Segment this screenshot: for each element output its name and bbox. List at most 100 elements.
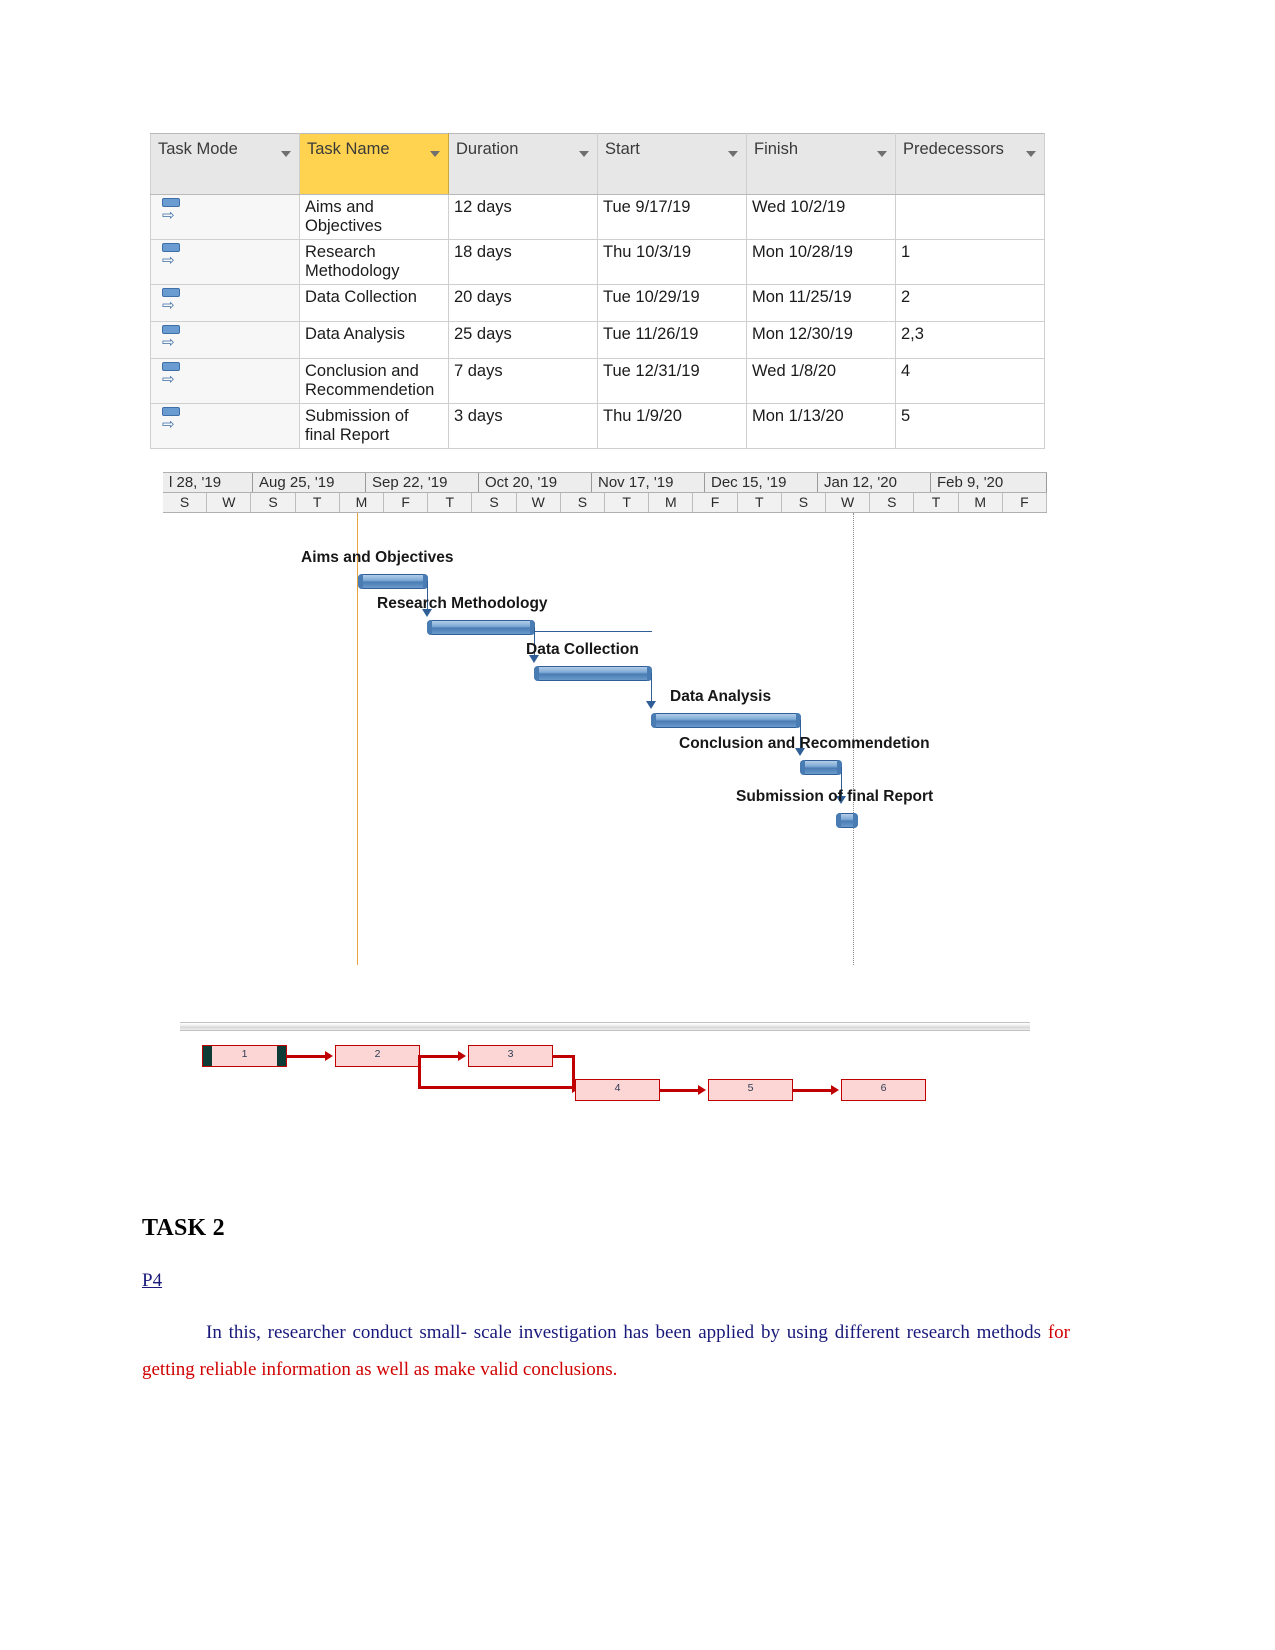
network-node-label: 4 (614, 1082, 621, 1094)
gantt-bar[interactable] (651, 713, 801, 728)
timeline-day-cell: S (561, 493, 606, 512)
cell-start[interactable]: Tue 9/17/19 (597, 194, 747, 240)
cell-duration[interactable]: 12 days (448, 194, 598, 240)
timeline-month-cell: Dec 15, '19 (705, 473, 818, 492)
timeline-day-cell: F (693, 493, 738, 512)
timeline-day-cell: M (959, 493, 1003, 512)
network-diagram[interactable]: 1 2 3 4 5 6 (180, 1018, 1040, 1113)
cell-task-mode[interactable]: ⇨ (150, 283, 300, 322)
cell-duration[interactable]: 3 days (448, 402, 598, 449)
gantt-bar[interactable] (836, 813, 858, 828)
cell-task-mode[interactable]: ⇨ (150, 357, 300, 404)
cell-task-mode[interactable]: ⇨ (150, 402, 300, 449)
cell-finish[interactable]: Mon 11/25/19 (746, 283, 896, 322)
cell-start[interactable]: Tue 12/31/19 (597, 357, 747, 404)
gantt-chart-body[interactable]: Aims and Objectives Research Methodology… (163, 513, 1047, 968)
timeline-day-cell: T (738, 493, 782, 512)
gantt-bar[interactable] (427, 620, 535, 635)
network-node-1[interactable]: 1 (202, 1045, 287, 1067)
cell-predecessors[interactable]: 1 (895, 238, 1045, 285)
cell-task-mode[interactable]: ⇨ (150, 194, 300, 240)
task-grid[interactable]: Task Mode Task Name Duration Start Finis… (150, 133, 1045, 449)
cell-task-mode[interactable]: ⇨ (150, 238, 300, 285)
body-paragraph: In this, researcher conduct small- scale… (142, 1314, 1070, 1388)
gantt-bar-label: Research Methodology (377, 595, 548, 612)
column-header-task-mode[interactable]: Task Mode (150, 133, 300, 195)
gantt-bar[interactable] (358, 574, 428, 589)
table-row[interactable]: ⇨ Data Collection 20 days Tue 10/29/19 M… (150, 283, 1045, 322)
cell-task-name[interactable]: Data Collection (299, 283, 449, 322)
table-row[interactable]: ⇨ Data Analysis 25 days Tue 11/26/19 Mon… (150, 320, 1045, 359)
gantt-bar-label: Data Collection (526, 641, 639, 658)
network-link-arrow-icon (698, 1085, 706, 1095)
column-header-start[interactable]: Start (597, 133, 747, 195)
cell-start[interactable]: Tue 10/29/19 (597, 283, 747, 322)
network-node-3[interactable]: 3 (468, 1045, 553, 1067)
network-node-label: 5 (747, 1082, 754, 1094)
cell-predecessors[interactable]: 5 (895, 402, 1045, 449)
timeline-day-cell: S (870, 493, 915, 512)
column-header-duration-label: Duration (456, 140, 519, 158)
timeline-day-cell: F (1003, 493, 1048, 512)
timeline-month-cell: l 28, '19 (163, 473, 253, 492)
cell-finish[interactable]: Wed 1/8/20 (746, 357, 896, 404)
gantt-bar[interactable] (534, 666, 652, 681)
chevron-down-icon[interactable] (877, 151, 887, 157)
chevron-down-icon[interactable] (579, 151, 589, 157)
cell-duration[interactable]: 20 days (448, 283, 598, 322)
cell-finish[interactable]: Mon 12/30/19 (746, 320, 896, 359)
auto-schedule-icon: ⇨ (161, 406, 182, 433)
cell-predecessors[interactable]: 2,3 (895, 320, 1045, 359)
column-header-task-name[interactable]: Task Name (299, 133, 449, 195)
chevron-down-icon[interactable] (281, 151, 291, 157)
column-header-predecessors[interactable]: Predecessors (895, 133, 1045, 195)
auto-schedule-icon: ⇨ (161, 198, 182, 224)
gantt-bar[interactable] (800, 760, 842, 775)
timeline-month-cell: Jan 12, '20 (818, 473, 931, 492)
cell-task-name[interactable]: Research Methodology (299, 238, 449, 285)
cell-finish[interactable]: Wed 10/2/19 (746, 194, 896, 240)
chevron-down-icon[interactable] (1026, 151, 1036, 157)
cell-task-mode[interactable]: ⇨ (150, 320, 300, 359)
network-node-label: 3 (507, 1048, 514, 1060)
cell-start[interactable]: Thu 1/9/20 (597, 402, 747, 449)
auto-schedule-icon: ⇨ (161, 361, 182, 388)
timeline-month-cell: Aug 25, '19 (253, 473, 366, 492)
cell-predecessors[interactable] (895, 194, 1045, 240)
table-row[interactable]: ⇨ Submission of final Report 3 days Thu … (150, 402, 1045, 449)
chevron-down-icon[interactable] (430, 151, 440, 157)
table-row[interactable]: ⇨ Research Methodology 18 days Thu 10/3/… (150, 238, 1045, 285)
network-node-5[interactable]: 5 (708, 1079, 793, 1101)
table-row[interactable]: ⇨ Conclusion and Recommendetion 7 days T… (150, 357, 1045, 404)
chevron-down-icon[interactable] (728, 151, 738, 157)
cell-start[interactable]: Tue 11/26/19 (597, 320, 747, 359)
network-node-label: 6 (880, 1082, 887, 1094)
gantt-task-table[interactable]: Task Mode Task Name Duration Start Finis… (150, 133, 1045, 449)
column-header-duration[interactable]: Duration (448, 133, 598, 195)
cell-task-name[interactable]: Submission of final Report (299, 402, 449, 449)
column-header-finish[interactable]: Finish (746, 133, 896, 195)
network-link-line (420, 1054, 460, 1058)
cell-task-name[interactable]: Aims and Objectives (299, 194, 449, 240)
network-node-4[interactable]: 4 (575, 1079, 660, 1101)
cell-duration[interactable]: 25 days (448, 320, 598, 359)
gantt-chart[interactable]: l 28, '19 Aug 25, '19 Sep 22, '19 Oct 20… (163, 472, 1048, 972)
timeline-day-cell: T (428, 493, 473, 512)
network-node-2[interactable]: 2 (335, 1045, 420, 1067)
auto-schedule-icon: ⇨ (161, 287, 182, 314)
network-node-6[interactable]: 6 (841, 1079, 926, 1101)
task-grid-header-row: Task Mode Task Name Duration Start Finis… (150, 133, 1045, 195)
cell-duration[interactable]: 7 days (448, 357, 598, 404)
cell-finish[interactable]: Mon 10/28/19 (746, 238, 896, 285)
cell-task-name[interactable]: Conclusion and Recommendetion (299, 357, 449, 404)
cell-duration[interactable]: 18 days (448, 238, 598, 285)
cell-predecessors[interactable]: 4 (895, 357, 1045, 404)
table-row[interactable]: ⇨ Aims and Objectives 12 days Tue 9/17/1… (150, 194, 1045, 240)
cell-task-name[interactable]: Data Analysis (299, 320, 449, 359)
column-header-start-label: Start (605, 140, 640, 158)
cell-finish[interactable]: Mon 1/13/20 (746, 402, 896, 449)
cell-predecessors[interactable]: 2 (895, 283, 1045, 322)
timeline-day-cell: M (649, 493, 694, 512)
timeline-month-cell: Oct 20, '19 (479, 473, 592, 492)
cell-start[interactable]: Thu 10/3/19 (597, 238, 747, 285)
